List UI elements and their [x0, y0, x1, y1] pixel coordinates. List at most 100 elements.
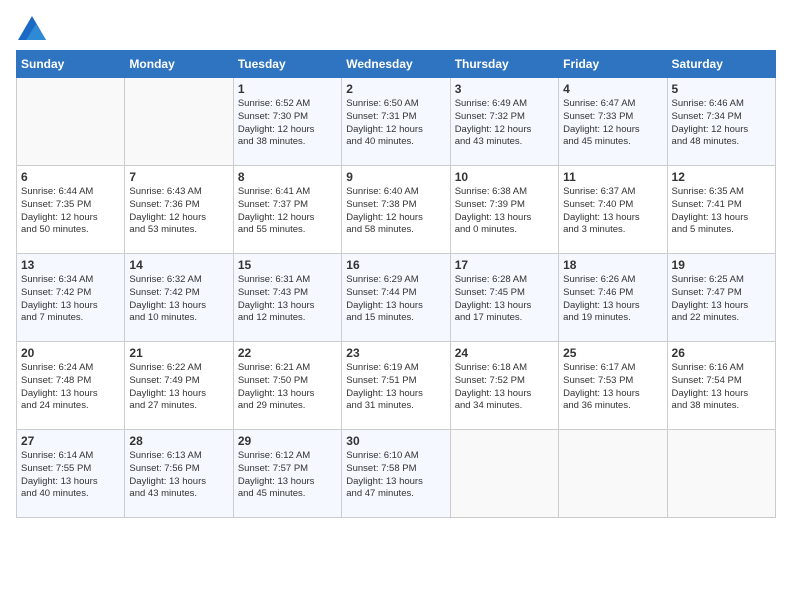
calendar-week-row: 27 Sunrise: 6:14 AMSunset: 7:55 PMDayligh… [17, 430, 776, 518]
day-number: 20 [21, 346, 120, 360]
day-detail: Sunrise: 6:37 AMSunset: 7:40 PMDaylight:… [563, 186, 662, 237]
calendar-cell: 22 Sunrise: 6:21 AMSunset: 7:50 PMDayligh… [233, 342, 341, 430]
day-detail: Sunrise: 6:47 AMSunset: 7:33 PMDaylight:… [563, 98, 662, 149]
day-detail: Sunrise: 6:14 AMSunset: 7:55 PMDaylight:… [21, 450, 120, 501]
calendar-cell: 29Sunrise: 6:12 AMSunset: 7:57 PMDayligh… [233, 430, 341, 518]
day-detail: Sunrise: 6:10 AMSunset: 7:58 PMDaylight:… [346, 450, 445, 501]
calendar-cell: 30 Sunrise: 6:10 AMSunset: 7:58 PMDayligh… [342, 430, 450, 518]
day-detail: Sunrise: 6:35 AMSunset: 7:41 PMDaylight:… [672, 186, 771, 237]
calendar-cell: 24 Sunrise: 6:18 AMSunset: 7:52 PMDayligh… [450, 342, 558, 430]
day-number: 14 [129, 258, 228, 272]
calendar-cell: 10 Sunrise: 6:38 AMSunset: 7:39 PMDayligh… [450, 166, 558, 254]
calendar-week-row: 1Sunrise: 6:52 AMSunset: 7:30 PMDaylight… [17, 78, 776, 166]
day-number: 26 [672, 346, 771, 360]
day-number: 25 [563, 346, 662, 360]
day-detail: Sunrise: 6:21 AMSunset: 7:50 PMDaylight:… [238, 362, 337, 413]
weekday-header-saturday: Saturday [667, 51, 775, 78]
calendar-cell: 9 Sunrise: 6:40 AMSunset: 7:38 PMDaylight… [342, 166, 450, 254]
weekday-header-friday: Friday [559, 51, 667, 78]
day-number: 23 [346, 346, 445, 360]
calendar-cell: 5 Sunrise: 6:46 AMSunset: 7:34 PMDaylight… [667, 78, 775, 166]
calendar-week-row: 20 Sunrise: 6:24 AMSunset: 7:48 PMDayligh… [17, 342, 776, 430]
logo-text [16, 16, 48, 40]
calendar-cell [125, 78, 233, 166]
calendar-week-row: 13 Sunrise: 6:34 AMSunset: 7:42 PMDayligh… [17, 254, 776, 342]
day-number: 16 [346, 258, 445, 272]
calendar-table: SundayMondayTuesdayWednesdayThursdayFrid… [16, 50, 776, 518]
calendar-cell: 8 Sunrise: 6:41 AMSunset: 7:37 PMDaylight… [233, 166, 341, 254]
calendar-cell: 3 Sunrise: 6:49 AMSunset: 7:32 PMDaylight… [450, 78, 558, 166]
calendar-cell: 1Sunrise: 6:52 AMSunset: 7:30 PMDaylight… [233, 78, 341, 166]
day-detail: Sunrise: 6:24 AMSunset: 7:48 PMDaylight:… [21, 362, 120, 413]
day-number: 5 [672, 82, 771, 96]
weekday-header-sunday: Sunday [17, 51, 125, 78]
day-number: 4 [563, 82, 662, 96]
page-header [16, 16, 776, 40]
day-number: 30 [346, 434, 445, 448]
day-detail: Sunrise: 6:41 AMSunset: 7:37 PMDaylight:… [238, 186, 337, 237]
calendar-cell: 14 Sunrise: 6:32 AMSunset: 7:42 PMDayligh… [125, 254, 233, 342]
day-detail: Sunrise: 6:26 AMSunset: 7:46 PMDaylight:… [563, 274, 662, 325]
day-detail: Sunrise: 6:32 AMSunset: 7:42 PMDaylight:… [129, 274, 228, 325]
calendar-cell: 27 Sunrise: 6:14 AMSunset: 7:55 PMDayligh… [17, 430, 125, 518]
calendar-cell [17, 78, 125, 166]
weekday-header-tuesday: Tuesday [233, 51, 341, 78]
day-number: 11 [563, 170, 662, 184]
day-number: 10 [455, 170, 554, 184]
weekday-header-monday: Monday [125, 51, 233, 78]
day-detail: Sunrise: 6:49 AMSunset: 7:32 PMDaylight:… [455, 98, 554, 149]
day-number: 8 [238, 170, 337, 184]
day-detail: Sunrise: 6:34 AMSunset: 7:42 PMDaylight:… [21, 274, 120, 325]
calendar-cell: 13 Sunrise: 6:34 AMSunset: 7:42 PMDayligh… [17, 254, 125, 342]
calendar-cell: 2Sunrise: 6:50 AMSunset: 7:31 PMDaylight… [342, 78, 450, 166]
day-detail: Sunrise: 6:28 AMSunset: 7:45 PMDaylight:… [455, 274, 554, 325]
calendar-cell [450, 430, 558, 518]
day-number: 21 [129, 346, 228, 360]
day-detail: Sunrise: 6:25 AMSunset: 7:47 PMDaylight:… [672, 274, 771, 325]
day-number: 12 [672, 170, 771, 184]
day-detail: Sunrise: 6:22 AMSunset: 7:49 PMDaylight:… [129, 362, 228, 413]
day-detail: Sunrise: 6:38 AMSunset: 7:39 PMDaylight:… [455, 186, 554, 237]
day-detail: Sunrise: 6:17 AMSunset: 7:53 PMDaylight:… [563, 362, 662, 413]
calendar-cell: 18 Sunrise: 6:26 AMSunset: 7:46 PMDayligh… [559, 254, 667, 342]
calendar-cell [667, 430, 775, 518]
day-number: 18 [563, 258, 662, 272]
day-number: 9 [346, 170, 445, 184]
day-detail: Sunrise: 6:43 AMSunset: 7:36 PMDaylight:… [129, 186, 228, 237]
day-number: 28 [129, 434, 228, 448]
day-detail: Sunrise: 6:19 AMSunset: 7:51 PMDaylight:… [346, 362, 445, 413]
day-number: 29 [238, 434, 337, 448]
day-detail: Sunrise: 6:40 AMSunset: 7:38 PMDaylight:… [346, 186, 445, 237]
day-detail: Sunrise: 6:44 AMSunset: 7:35 PMDaylight:… [21, 186, 120, 237]
day-detail: Sunrise: 6:13 AMSunset: 7:56 PMDaylight:… [129, 450, 228, 501]
day-number: 17 [455, 258, 554, 272]
day-number: 6 [21, 170, 120, 184]
calendar-cell: 20 Sunrise: 6:24 AMSunset: 7:48 PMDayligh… [17, 342, 125, 430]
day-detail: Sunrise: 6:16 AMSunset: 7:54 PMDaylight:… [672, 362, 771, 413]
day-detail: Sunrise: 6:46 AMSunset: 7:34 PMDaylight:… [672, 98, 771, 149]
day-number: 19 [672, 258, 771, 272]
day-number: 2 [346, 82, 445, 96]
calendar-cell: 21 Sunrise: 6:22 AMSunset: 7:49 PMDayligh… [125, 342, 233, 430]
weekday-header-thursday: Thursday [450, 51, 558, 78]
day-number: 3 [455, 82, 554, 96]
day-number: 24 [455, 346, 554, 360]
calendar-cell: 7Sunrise: 6:43 AMSunset: 7:36 PMDaylight… [125, 166, 233, 254]
day-number: 13 [21, 258, 120, 272]
weekday-header-wednesday: Wednesday [342, 51, 450, 78]
day-number: 15 [238, 258, 337, 272]
day-detail: Sunrise: 6:29 AMSunset: 7:44 PMDaylight:… [346, 274, 445, 325]
calendar-cell: 17 Sunrise: 6:28 AMSunset: 7:45 PMDayligh… [450, 254, 558, 342]
calendar-cell: 25 Sunrise: 6:17 AMSunset: 7:53 PMDayligh… [559, 342, 667, 430]
day-detail: Sunrise: 6:52 AMSunset: 7:30 PMDaylight:… [238, 98, 337, 149]
calendar-cell: 28 Sunrise: 6:13 AMSunset: 7:56 PMDayligh… [125, 430, 233, 518]
day-number: 27 [21, 434, 120, 448]
day-detail: Sunrise: 6:18 AMSunset: 7:52 PMDaylight:… [455, 362, 554, 413]
calendar-cell: 4 Sunrise: 6:47 AMSunset: 7:33 PMDaylight… [559, 78, 667, 166]
calendar-cell: 15Sunrise: 6:31 AMSunset: 7:43 PMDayligh… [233, 254, 341, 342]
calendar-cell: 23 Sunrise: 6:19 AMSunset: 7:51 PMDayligh… [342, 342, 450, 430]
calendar-week-row: 6 Sunrise: 6:44 AMSunset: 7:35 PMDaylight… [17, 166, 776, 254]
day-number: 22 [238, 346, 337, 360]
calendar-cell: 11 Sunrise: 6:37 AMSunset: 7:40 PMDayligh… [559, 166, 667, 254]
calendar-cell: 19 Sunrise: 6:25 AMSunset: 7:47 PMDayligh… [667, 254, 775, 342]
